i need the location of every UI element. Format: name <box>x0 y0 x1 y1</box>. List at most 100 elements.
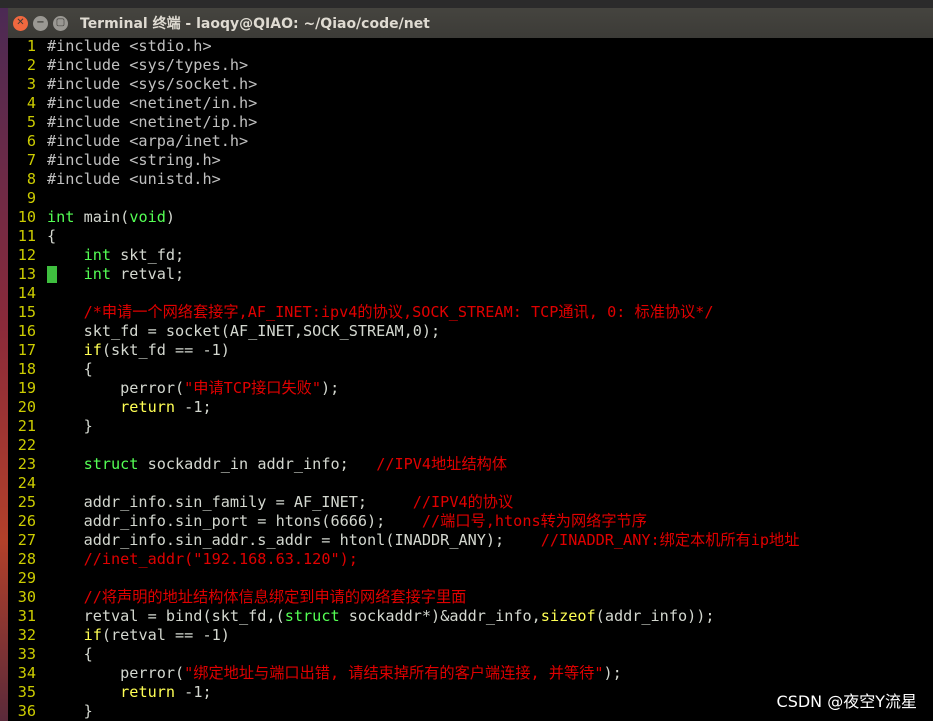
line-number: 11 <box>17 227 36 245</box>
line-number: 24 <box>17 474 36 492</box>
line-number: 16 <box>17 322 36 340</box>
code-token: addr_info.sin_addr.s_addr = htonl(INADDR… <box>47 531 541 549</box>
code-line[interactable]: 18 { <box>8 360 933 379</box>
code-token: sockaddr*)&addr_info, <box>339 607 541 625</box>
code-line[interactable]: 28 //inet_addr("192.168.63.120"); <box>8 550 933 569</box>
code-token: (skt_fd == -1) <box>101 341 230 359</box>
code-line[interactable]: 5 #include <netinet/ip.h> <box>8 113 933 132</box>
code-line[interactable]: 10 int main(void) <box>8 208 933 227</box>
code-token: int <box>83 265 112 283</box>
minimize-icon[interactable]: − <box>33 15 48 31</box>
code-line[interactable]: 34 perror("绑定地址与端口出错, 请结束掉所有的客户端连接, 并等待"… <box>8 664 933 683</box>
code-line[interactable]: 17 if(skt_fd == -1) <box>8 341 933 360</box>
code-token: //端口号,htons转为网络字节序 <box>421 512 647 530</box>
code-line[interactable]: 32 if(retval == -1) <box>8 626 933 645</box>
code-token: perror( <box>47 664 185 682</box>
code-line[interactable]: 8 #include <unistd.h> <box>8 170 933 189</box>
code-token: #include <string.h> <box>47 151 221 169</box>
code-line[interactable]: 11 { <box>8 227 933 246</box>
code-token: (retval == -1) <box>101 626 230 644</box>
line-number: 27 <box>17 531 36 549</box>
code-token: #include <stdio.h> <box>47 37 212 55</box>
line-number: 32 <box>17 626 36 644</box>
line-number: 3 <box>26 75 36 93</box>
code-line[interactable]: 3 #include <sys/socket.h> <box>8 75 933 94</box>
code-token: skt_fd; <box>111 246 185 264</box>
code-line[interactable]: 27 addr_info.sin_addr.s_addr = htonl(INA… <box>8 531 933 550</box>
code-token: //IPV4地址结构体 <box>376 455 508 473</box>
code-token: retval = bind(skt_fd,( <box>47 607 285 625</box>
close-icon[interactable]: ✕ <box>13 15 28 31</box>
code-line[interactable]: 33 { <box>8 645 933 664</box>
code-token: //将声明的地址结构体信息绑定到申请的网络套接字里面 <box>83 588 467 606</box>
code-line[interactable]: 24 <box>8 474 933 493</box>
code-line[interactable]: 12 int skt_fd; <box>8 246 933 265</box>
code-token: void <box>129 208 166 226</box>
line-number: 28 <box>17 550 36 568</box>
code-token: { <box>47 227 57 245</box>
terminal-window: ✕ − ▢ Terminal 终端 - laoqy@QIAO: ~/Qiao/c… <box>8 8 933 721</box>
code-token: int <box>47 208 75 226</box>
line-number: 13 <box>17 265 36 283</box>
code-line[interactable]: 7 #include <string.h> <box>8 151 933 170</box>
line-number: 6 <box>26 132 36 150</box>
line-number: 21 <box>17 417 36 435</box>
code-line[interactable]: 16 skt_fd = socket(AF_INET,SOCK_STREAM,0… <box>8 322 933 341</box>
code-line[interactable]: 19 perror("申请TCP接口失败"); <box>8 379 933 398</box>
code-line[interactable]: 30 //将声明的地址结构体信息绑定到申请的网络套接字里面 <box>8 588 933 607</box>
line-number: 29 <box>17 569 36 587</box>
code-line[interactable]: 4 #include <netinet/in.h> <box>8 94 933 113</box>
code-line[interactable]: 22 <box>8 436 933 455</box>
line-number: 15 <box>17 303 36 321</box>
code-line[interactable]: 15 /*申请一个网络套接字,AF_INET:ipv4的协议,SOCK_STRE… <box>8 303 933 322</box>
code-line[interactable]: 6 #include <arpa/inet.h> <box>8 132 933 151</box>
line-number: 12 <box>17 246 36 264</box>
code-token: #include <sys/socket.h> <box>47 75 258 93</box>
line-number: 1 <box>26 37 36 55</box>
code-token: } <box>47 702 93 720</box>
code-token: #include <sys/types.h> <box>47 56 249 74</box>
code-line[interactable]: 1 #include <stdio.h> <box>8 37 933 56</box>
code-token: //INADDR_ANY:绑定本机所有ip地址 <box>540 531 800 549</box>
code-token: #include <netinet/in.h> <box>47 94 258 112</box>
line-number: 23 <box>17 455 36 473</box>
code-token: //inet_addr("192.168.63.120"); <box>83 550 358 568</box>
line-number: 22 <box>17 436 36 454</box>
code-line[interactable]: 23 struct sockaddr_in addr_info; //IPV4地… <box>8 455 933 474</box>
code-token: sizeof <box>540 607 596 625</box>
code-token: if <box>83 341 102 359</box>
line-number: 8 <box>26 170 36 188</box>
code-token: #include <netinet/ip.h> <box>47 113 258 131</box>
code-line[interactable]: 26 addr_info.sin_port = htons(6666); //端… <box>8 512 933 531</box>
code-token: "申请TCP接口失败" <box>184 379 321 397</box>
code-line[interactable]: 2 #include <sys/types.h> <box>8 56 933 75</box>
code-line[interactable]: 9 <box>8 189 933 208</box>
editor-buffer[interactable]: 1 #include <stdio.h> 2 #include <sys/types.… <box>8 37 933 721</box>
code-line[interactable]: 31 retval = bind(skt_fd,(struct sockaddr… <box>8 607 933 626</box>
code-token: addr_info.sin_family = AF_INET; <box>47 493 413 511</box>
maximize-icon[interactable]: ▢ <box>53 15 68 31</box>
line-number: 33 <box>17 645 36 663</box>
code-line[interactable]: 13 int retval; <box>8 265 933 284</box>
code-token: struct <box>284 607 340 625</box>
code-token: perror( <box>47 379 185 397</box>
code-line[interactable]: 21 } <box>8 417 933 436</box>
code-token: struct <box>83 455 139 473</box>
line-number: 7 <box>26 151 36 169</box>
code-token: return <box>120 398 176 416</box>
code-line[interactable]: 20 return -1; <box>8 398 933 417</box>
code-token: #include <unistd.h> <box>47 170 221 188</box>
code-token: int <box>83 246 112 264</box>
code-line[interactable]: 29 <box>8 569 933 588</box>
code-line[interactable]: 14 <box>8 284 933 303</box>
code-line[interactable]: 25 addr_info.sin_family = AF_INET; //IPV… <box>8 493 933 512</box>
text-cursor <box>47 266 57 283</box>
code-token: } <box>47 417 93 435</box>
